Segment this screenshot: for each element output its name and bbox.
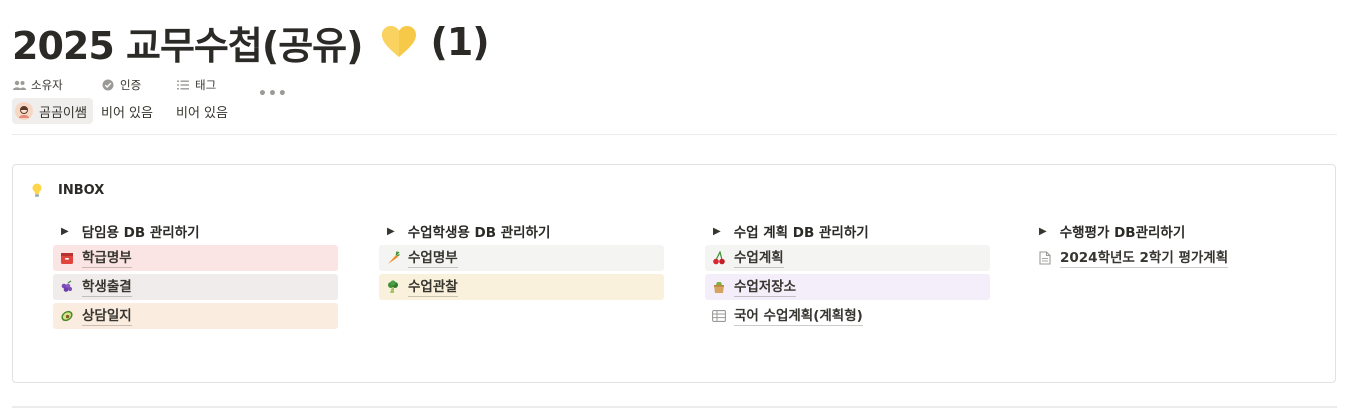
bag-icon xyxy=(711,279,727,295)
column-class-student-db: ▶ 수업학생용 DB 관리하기 수업명부 수업관찰 xyxy=(379,220,664,300)
link-evaluation-plan[interactable]: 2024학년도 2학기 평가계획 xyxy=(1031,245,1316,271)
property-verification: 인증 비어 있음 xyxy=(101,76,153,124)
property-verification-header[interactable]: 인증 xyxy=(101,76,153,94)
column-heading: 수업학생용 DB 관리하기 xyxy=(407,225,551,241)
table-icon xyxy=(711,308,727,324)
link-label: 학생출결 xyxy=(82,278,132,297)
red-cabinet-icon xyxy=(59,250,75,266)
property-verification-label: 인증 xyxy=(120,78,142,92)
link-label: 2024학년도 2학기 평가계획 xyxy=(1060,249,1229,268)
column-homeroom-db: ▶ 담임용 DB 관리하기 학급명부 학생출결 상담일지 xyxy=(53,220,338,329)
page-title[interactable]: 2025 교무수첩(공유) (1) xyxy=(12,16,490,68)
lightbulb-icon xyxy=(30,182,44,198)
link-label: 수업관찰 xyxy=(408,278,458,297)
inbox-callout: INBOX ▶ 담임용 DB 관리하기 학급명부 학생출결 상담일지 ▶ 수업학… xyxy=(12,164,1336,383)
toggle-homeroom-db[interactable]: ▶ 담임용 DB 관리하기 xyxy=(53,220,338,242)
list-icon xyxy=(176,78,190,92)
property-owner-label: 소유자 xyxy=(31,78,63,92)
link-lesson-plan[interactable]: 수업계획 xyxy=(705,245,990,271)
page-title-text: 2025 교무수첩(공유) xyxy=(12,23,363,68)
owner-name: 곰곰이쌤 xyxy=(39,105,87,121)
property-owner: 소유자 곰곰이쌤 xyxy=(12,76,93,124)
link-student-attendance[interactable]: 학생출결 xyxy=(53,274,338,300)
link-label: 수업명부 xyxy=(408,249,458,268)
page-title-suffix: (1) xyxy=(430,20,490,64)
verified-check-icon xyxy=(101,78,115,92)
property-tags: 태그 비어 있음 xyxy=(176,76,228,124)
avocado-icon xyxy=(59,308,75,324)
divider xyxy=(12,134,1337,135)
toggle-lesson-plan-db[interactable]: ▶ 수업 계획 DB 관리하기 xyxy=(705,220,990,242)
column-heading: 수업 계획 DB 관리하기 xyxy=(733,225,869,241)
toggle-performance-eval-db[interactable]: ▶ 수행평가 DB관리하기 xyxy=(1031,220,1316,242)
callout-header: INBOX xyxy=(30,182,104,198)
link-label: 수업계획 xyxy=(734,249,784,268)
column-lesson-plan-db: ▶ 수업 계획 DB 관리하기 수업계획 수업저장소 국어 수업계획(계획형) xyxy=(705,220,990,329)
property-tags-header[interactable]: 태그 xyxy=(176,76,228,94)
link-korean-lesson-plan[interactable]: 국어 수업계획(계획형) xyxy=(705,303,990,329)
divider xyxy=(12,406,1337,408)
column-performance-eval-db: ▶ 수행평가 DB관리하기 2024학년도 2학기 평가계획 xyxy=(1031,220,1316,271)
column-heading: 수행평가 DB관리하기 xyxy=(1059,225,1186,241)
toggle-class-student-db[interactable]: ▶ 수업학생용 DB 관리하기 xyxy=(379,220,664,242)
cherries-icon xyxy=(711,250,727,266)
column-heading: 담임용 DB 관리하기 xyxy=(81,225,200,241)
property-tags-label: 태그 xyxy=(195,78,217,92)
link-label: 국어 수업계획(계획형) xyxy=(734,307,863,326)
link-class-roster[interactable]: 학급명부 xyxy=(53,245,338,271)
property-tags-value[interactable]: 비어 있음 xyxy=(176,98,228,124)
link-lesson-storage[interactable]: 수업저장소 xyxy=(705,274,990,300)
toggle-triangle-icon[interactable]: ▶ xyxy=(713,226,721,237)
grapes-icon xyxy=(59,279,75,295)
yellow-heart-icon xyxy=(381,25,417,59)
toggle-triangle-icon[interactable]: ▶ xyxy=(387,226,395,237)
toggle-triangle-icon[interactable]: ▶ xyxy=(1039,226,1047,237)
property-owner-header[interactable]: 소유자 xyxy=(12,76,93,94)
people-icon xyxy=(12,78,26,92)
broccoli-icon xyxy=(385,279,401,295)
property-verification-value[interactable]: 비어 있음 xyxy=(101,98,153,124)
avatar xyxy=(15,102,33,120)
carrot-icon xyxy=(385,250,401,266)
link-label: 상담일지 xyxy=(82,307,132,326)
toggle-triangle-icon[interactable]: ▶ xyxy=(61,226,69,237)
link-class-roster-lessons[interactable]: 수업명부 xyxy=(379,245,664,271)
owner-person-chip[interactable]: 곰곰이쌤 xyxy=(12,98,93,124)
link-label: 학급명부 xyxy=(82,249,132,268)
link-counseling-log[interactable]: 상담일지 xyxy=(53,303,338,329)
page-icon xyxy=(1037,250,1053,266)
link-label: 수업저장소 xyxy=(734,278,797,297)
more-properties-button[interactable]: ••• xyxy=(258,86,288,102)
callout-title: INBOX xyxy=(58,182,105,198)
link-class-observation[interactable]: 수업관찰 xyxy=(379,274,664,300)
